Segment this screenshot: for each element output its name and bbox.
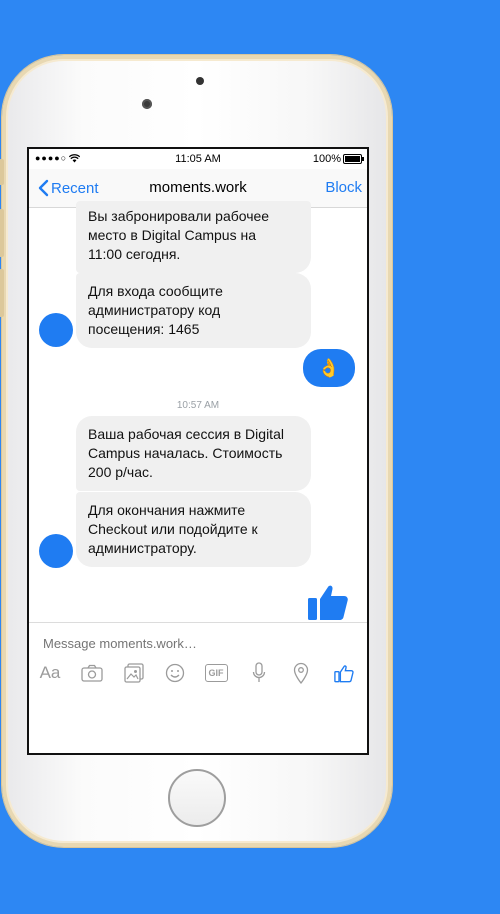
send-like-button[interactable] <box>331 661 357 685</box>
battery-icon <box>343 154 364 164</box>
screen: ●●●●○ 11:05 AM 100% Recent moments.work … <box>27 147 369 755</box>
incoming-message: Для входа сообщите администратору код по… <box>76 273 311 348</box>
battery-percent: 100% <box>312 153 341 165</box>
earpiece <box>196 77 204 85</box>
conversation-title: moments.work <box>149 179 247 196</box>
message-timestamp: 10:57 AM <box>176 400 220 411</box>
incoming-message: Ваша рабочая сессия в Digital Campus нач… <box>76 416 311 491</box>
thumbs-up-icon <box>308 585 348 620</box>
home-button[interactable] <box>168 769 226 827</box>
volume-up-button <box>0 209 4 257</box>
avatar <box>39 534 73 568</box>
avatar <box>39 313 73 347</box>
incoming-message: Для окончания нажмите Checkout или подой… <box>76 492 311 567</box>
ok-hand-emoji: 👌 <box>317 357 341 378</box>
message-input[interactable] <box>41 635 345 652</box>
mute-switch <box>0 159 4 185</box>
camera-button[interactable] <box>79 661 105 685</box>
incoming-message: Вы забронировали рабочее место в Digital… <box>76 201 311 273</box>
thumbs-up-icon <box>334 665 354 683</box>
front-camera <box>142 99 152 109</box>
location-pin-icon <box>293 662 309 684</box>
emoji-button[interactable] <box>162 661 188 685</box>
camera-icon <box>81 664 103 682</box>
block-button[interactable]: Block <box>325 179 362 196</box>
microphone-icon <box>252 662 266 682</box>
location-button[interactable] <box>288 661 314 685</box>
phone-frame: ●●●●○ 11:05 AM 100% Recent moments.work … <box>0 55 392 847</box>
gallery-button[interactable] <box>121 661 147 685</box>
gif-icon: GIF <box>204 664 228 682</box>
status-bar: ●●●●○ 11:05 AM 100% <box>29 149 367 169</box>
outgoing-emoji-message: 👌 <box>303 349 355 387</box>
text-format-button[interactable]: Aa <box>37 661 63 685</box>
gif-button[interactable]: GIF <box>203 661 229 685</box>
composer: Aa <box>29 622 367 753</box>
volume-down-button <box>0 269 4 317</box>
voice-button[interactable] <box>246 661 272 685</box>
smiley-icon <box>165 663 185 683</box>
photo-gallery-icon <box>124 663 144 683</box>
composer-toolbar: Aa GIF <box>29 661 367 691</box>
